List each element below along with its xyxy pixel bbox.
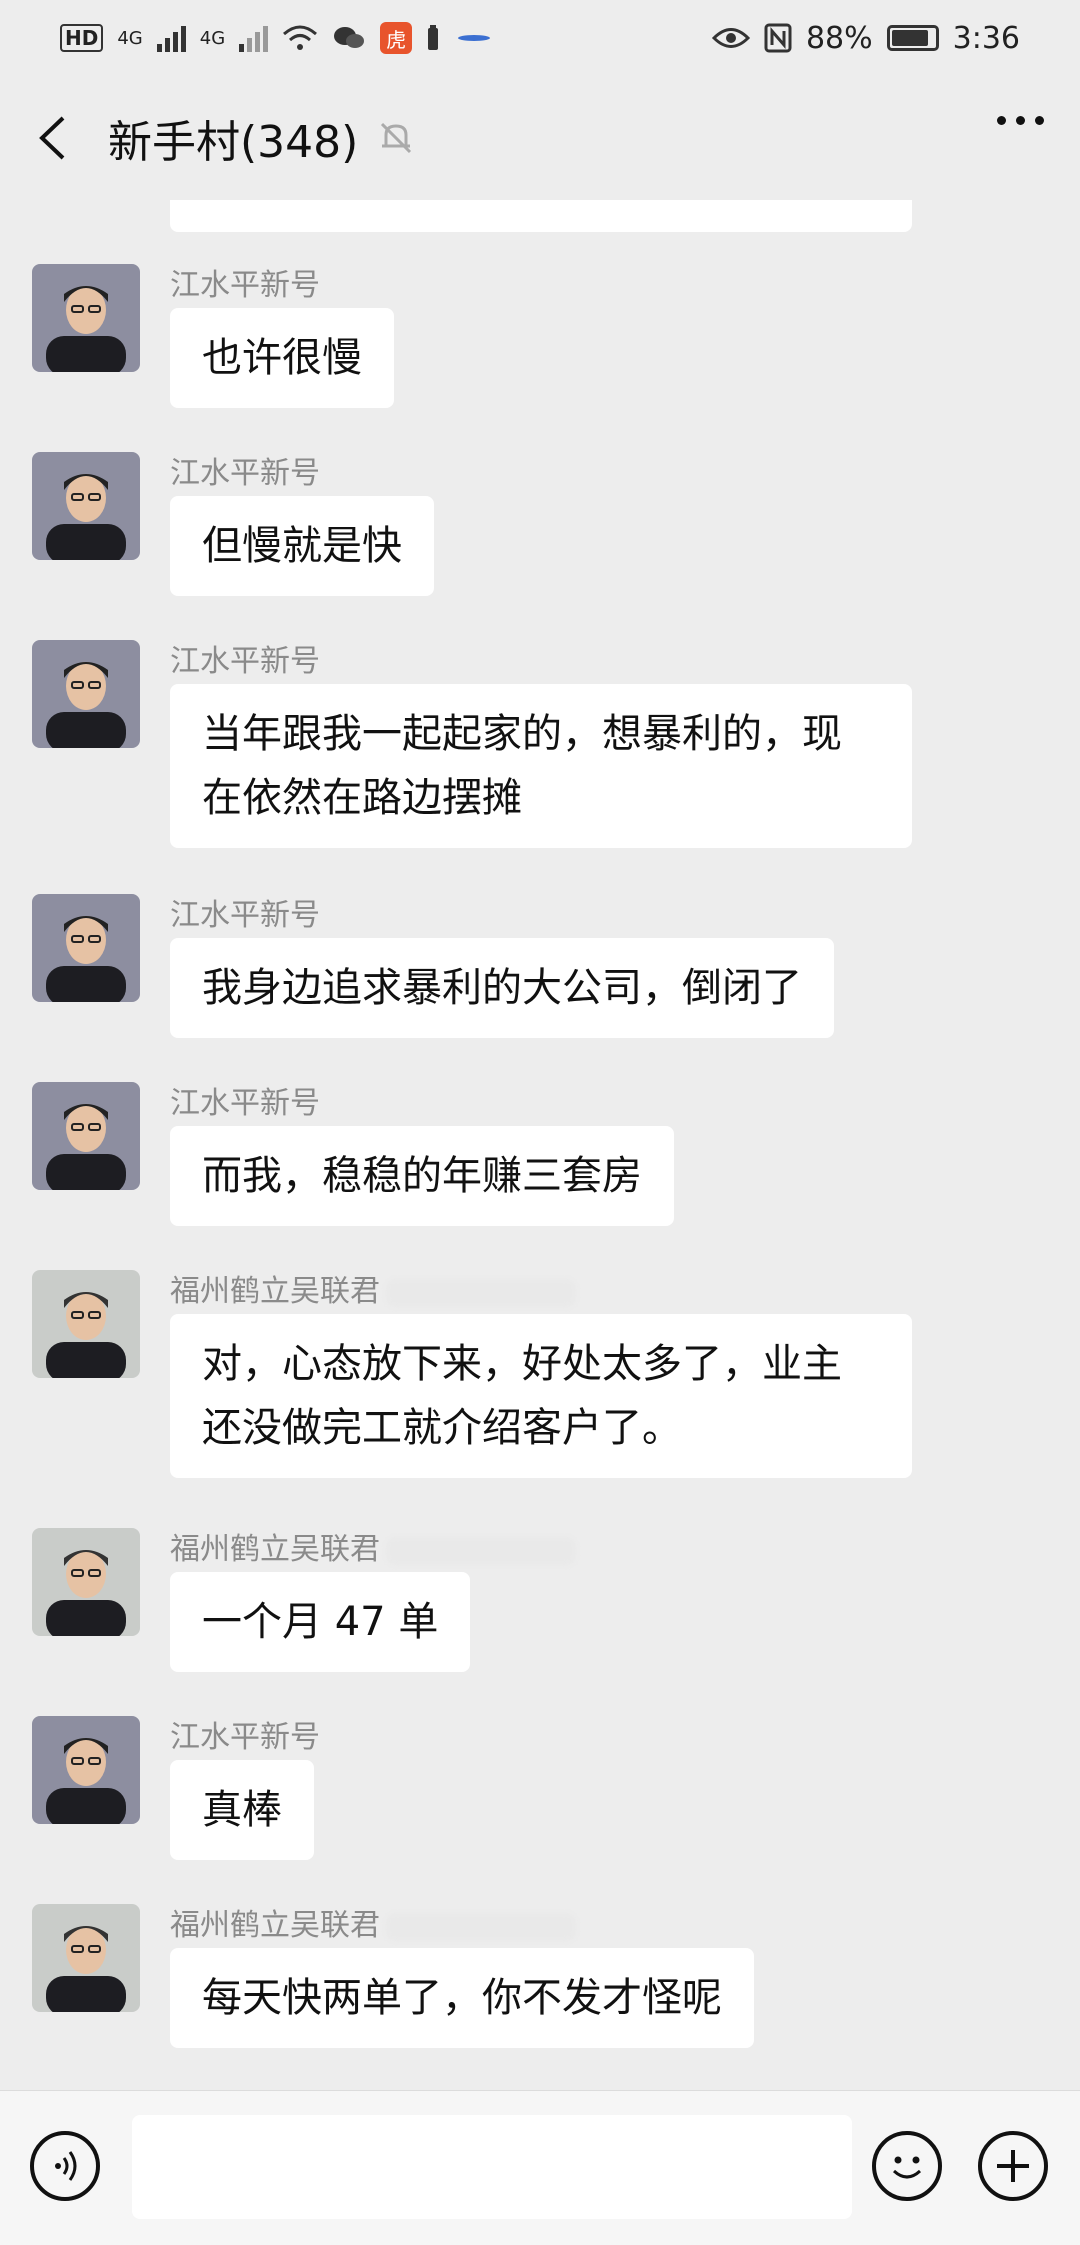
message-item: 江水平新号 而我，稳稳的年赚三套房 — [32, 1082, 674, 1226]
avatar-portrait — [32, 264, 140, 372]
hd-indicator: HD — [60, 24, 104, 52]
avatar[interactable] — [32, 1082, 140, 1190]
avatar[interactable] — [32, 1904, 140, 2012]
sender-name: 福州鹤立吴联君 — [170, 1274, 380, 1309]
sender-name: 福州鹤立吴联君 — [170, 1908, 380, 1943]
battery-saver-icon — [428, 25, 439, 50]
voice-button[interactable] — [30, 2131, 100, 2201]
sender-name: 江水平新号 — [170, 268, 320, 303]
input-bar — [0, 2090, 1080, 2245]
avatar[interactable] — [32, 640, 140, 748]
sender-row: 福州鹤立吴联君 — [170, 1904, 754, 1948]
more-options-button[interactable] — [997, 116, 1044, 125]
avatar[interactable] — [32, 1528, 140, 1636]
message-item: 江水平新号 也许很慢 — [32, 264, 394, 408]
eye-icon — [711, 28, 750, 48]
plus-icon — [997, 2150, 1029, 2182]
redacted-phone — [386, 1278, 576, 1307]
signal-icon-2 — [239, 24, 269, 52]
avatar-portrait — [32, 1270, 140, 1378]
message-item: 福州鹤立吴联君 一个月 47 单 — [32, 1528, 576, 1672]
message-bubble[interactable]: 真棒 — [170, 1760, 314, 1860]
clock: 3:36 — [952, 20, 1020, 56]
redacted-phone — [386, 1912, 576, 1941]
sender-name: 江水平新号 — [170, 898, 320, 933]
avatar[interactable] — [32, 894, 140, 1002]
sender-name: 江水平新号 — [170, 456, 320, 491]
chevron-left-icon — [39, 116, 65, 160]
sender-row: 福州鹤立吴联君 — [170, 1528, 576, 1572]
chat-header: 新手村(348) — [0, 76, 1080, 200]
back-button[interactable] — [30, 116, 74, 160]
sender-row: 福州鹤立吴联君 — [170, 1270, 912, 1314]
message-input[interactable] — [132, 2115, 852, 2219]
battery-icon — [886, 25, 939, 51]
message-item: 福州鹤立吴联君 对，心态放下来，好处太多了，业主还没做完工就介绍客户了。 — [32, 1270, 912, 1478]
avatar[interactable] — [32, 1716, 140, 1824]
message-item: 江水平新号 真棒 — [32, 1716, 320, 1860]
nfc-icon — [764, 23, 792, 53]
emoji-button[interactable] — [872, 2131, 942, 2201]
message-item: 福州鹤立吴联君 每天快两单了，你不发才怪呢 — [32, 1904, 754, 2048]
sender-name: 福州鹤立吴联君 — [170, 1532, 380, 1567]
message-bubble[interactable]: 也许很慢 — [170, 308, 394, 408]
avatar[interactable] — [32, 264, 140, 372]
more-actions-button[interactable] — [978, 2131, 1048, 2201]
message-bubble[interactable]: 而我，稳稳的年赚三套房 — [170, 1126, 674, 1226]
avatar-portrait — [32, 452, 140, 560]
app-notification-icon: 虎 — [380, 22, 413, 54]
app-notification-icon-2 — [458, 35, 491, 41]
dot-icon — [997, 116, 1006, 125]
wifi-icon — [283, 25, 318, 50]
network-type-1: 4G — [117, 27, 143, 49]
avatar-portrait — [32, 1082, 140, 1190]
avatar-portrait — [32, 894, 140, 1002]
message-bubble[interactable]: 每天快两单了，你不发才怪呢 — [170, 1948, 754, 2048]
sender-name: 江水平新号 — [170, 644, 320, 679]
avatar[interactable] — [32, 452, 140, 560]
previous-message-bubble[interactable] — [170, 200, 912, 232]
status-bar: HD 4G 4G 虎 88% 3:36 — [0, 0, 1080, 76]
message-bubble[interactable]: 一个月 47 单 — [170, 1572, 471, 1672]
message-bubble[interactable]: 对，心态放下来，好处太多了，业主还没做完工就介绍客户了。 — [170, 1314, 912, 1478]
avatar[interactable] — [32, 1270, 140, 1378]
voice-icon — [55, 2151, 77, 2181]
battery-percent: 88% — [805, 20, 873, 56]
sender-name: 江水平新号 — [170, 1720, 320, 1755]
dot-icon — [1016, 116, 1025, 125]
redacted-phone — [386, 1536, 576, 1565]
message-item: 江水平新号 但慢就是快 — [32, 452, 434, 596]
dot-icon — [1035, 116, 1044, 125]
message-item: 江水平新号 我身边追求暴利的大公司，倒闭了 — [32, 894, 834, 1038]
message-bubble[interactable]: 当年跟我一起起家的，想暴利的，现在依然在路边摆摊 — [170, 684, 912, 848]
mute-bell-icon — [381, 122, 412, 154]
message-bubble[interactable]: 我身边追求暴利的大公司，倒闭了 — [170, 938, 834, 1038]
signal-icon — [156, 24, 186, 52]
group-title: 新手村(348) — [108, 117, 359, 168]
wechat-icon — [334, 27, 365, 48]
avatar-portrait — [32, 640, 140, 748]
network-type-2: 4G — [199, 27, 226, 49]
message-item: 江水平新号 当年跟我一起起家的，想暴利的，现在依然在路边摆摊 — [32, 640, 912, 848]
sender-name: 江水平新号 — [170, 1086, 320, 1121]
emoji-icon — [892, 2156, 922, 2179]
avatar-portrait — [32, 1528, 140, 1636]
avatar-portrait — [32, 1716, 140, 1824]
avatar-portrait — [32, 1904, 140, 2012]
message-bubble[interactable]: 但慢就是快 — [170, 496, 434, 596]
